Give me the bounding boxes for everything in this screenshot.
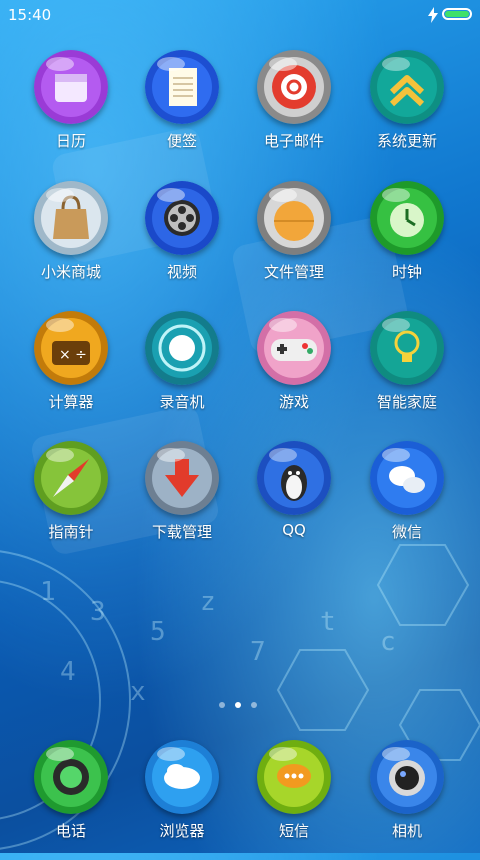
message-icon bbox=[257, 740, 331, 814]
app-label: 浏览器 bbox=[159, 822, 205, 840]
app-label: 时钟 bbox=[391, 263, 422, 281]
app-label: 下载管理 bbox=[151, 523, 212, 541]
app-compass[interactable]: 指南针 bbox=[16, 441, 126, 561]
lightbulb-icon bbox=[370, 311, 444, 385]
phone-icon bbox=[34, 740, 108, 814]
app-label: 智能家庭 bbox=[376, 393, 437, 411]
app-qq[interactable]: QQ bbox=[239, 441, 349, 561]
app-games[interactable]: 游戏 bbox=[239, 311, 349, 431]
svg-text:4: 4 bbox=[60, 657, 76, 687]
app-label: 电子邮件 bbox=[263, 132, 324, 150]
gamepad-icon bbox=[257, 311, 331, 385]
dock-camera[interactable]: 相机 bbox=[352, 740, 462, 860]
battery-level bbox=[445, 11, 469, 17]
app-wechat[interactable]: 微信 bbox=[352, 441, 462, 561]
page-indicator bbox=[215, 700, 265, 710]
app-label: 游戏 bbox=[278, 393, 309, 411]
app-mi-store[interactable]: 小米商城 bbox=[16, 181, 126, 301]
app-label: 系统更新 bbox=[376, 132, 437, 150]
status-time: 15:40 bbox=[8, 6, 52, 24]
app-system-update[interactable]: 系统更新 bbox=[352, 50, 462, 170]
browser-icon bbox=[145, 740, 219, 814]
update-icon bbox=[370, 50, 444, 124]
app-calendar[interactable]: 日历 bbox=[16, 50, 126, 170]
calendar-icon bbox=[34, 50, 108, 124]
chat-bubbles-icon bbox=[370, 441, 444, 515]
app-file-manager[interactable]: 文件管理 bbox=[239, 181, 349, 301]
camera-icon bbox=[370, 740, 444, 814]
svg-text:5: 5 bbox=[150, 617, 166, 647]
app-label: 日历 bbox=[55, 132, 86, 150]
app-smart-home[interactable]: 智能家庭 bbox=[352, 311, 462, 431]
app-label: 短信 bbox=[278, 822, 309, 840]
app-label: QQ bbox=[282, 521, 306, 539]
status-bar: 15:40 bbox=[0, 0, 480, 30]
page-dot[interactable] bbox=[251, 702, 257, 708]
svg-text:c: c bbox=[380, 627, 396, 657]
dock-phone[interactable]: 电话 bbox=[16, 740, 126, 860]
app-label: 录音机 bbox=[159, 393, 205, 411]
email-icon bbox=[257, 50, 331, 124]
app-label: 电话 bbox=[55, 822, 86, 840]
download-arrow-icon bbox=[145, 441, 219, 515]
dock-messages[interactable]: 短信 bbox=[239, 740, 349, 860]
app-label: 视频 bbox=[166, 263, 197, 281]
flash-icon bbox=[428, 7, 438, 23]
app-email[interactable]: 电子邮件 bbox=[239, 50, 349, 170]
svg-text:1: 1 bbox=[40, 577, 56, 607]
page-dot-active[interactable] bbox=[235, 702, 241, 708]
calculator-icon: × ÷ bbox=[34, 311, 108, 385]
folder-icon bbox=[257, 181, 331, 255]
battery-icon bbox=[442, 8, 472, 20]
clock-icon bbox=[370, 181, 444, 255]
svg-text:× ÷: × ÷ bbox=[59, 347, 87, 363]
app-calculator[interactable]: × ÷ 计算器 bbox=[16, 311, 126, 431]
dock-browser[interactable]: 浏览器 bbox=[127, 740, 237, 860]
app-recorder[interactable]: 录音机 bbox=[127, 311, 237, 431]
recorder-icon bbox=[145, 311, 219, 385]
app-label: 文件管理 bbox=[263, 263, 324, 281]
page-dot[interactable] bbox=[219, 702, 225, 708]
penguin-icon bbox=[257, 441, 331, 515]
app-clock[interactable]: 时钟 bbox=[352, 181, 462, 301]
film-reel-icon bbox=[145, 181, 219, 255]
svg-text:z: z bbox=[200, 587, 216, 617]
app-label: 微信 bbox=[391, 523, 422, 541]
compass-icon bbox=[34, 441, 108, 515]
app-label: 小米商城 bbox=[40, 263, 101, 281]
app-video[interactable]: 视频 bbox=[127, 181, 237, 301]
app-download-manager[interactable]: 下载管理 bbox=[127, 441, 237, 561]
svg-text:x: x bbox=[130, 677, 146, 707]
app-label: 指南针 bbox=[48, 523, 94, 541]
app-label: 计算器 bbox=[48, 393, 94, 411]
app-label: 相机 bbox=[391, 822, 422, 840]
shopping-bag-icon bbox=[34, 181, 108, 255]
svg-text:7: 7 bbox=[250, 637, 266, 667]
notes-icon bbox=[145, 50, 219, 124]
svg-text:t: t bbox=[320, 607, 336, 637]
app-notes[interactable]: 便签 bbox=[127, 50, 237, 170]
app-label: 便签 bbox=[166, 132, 197, 150]
svg-text:3: 3 bbox=[90, 597, 106, 627]
